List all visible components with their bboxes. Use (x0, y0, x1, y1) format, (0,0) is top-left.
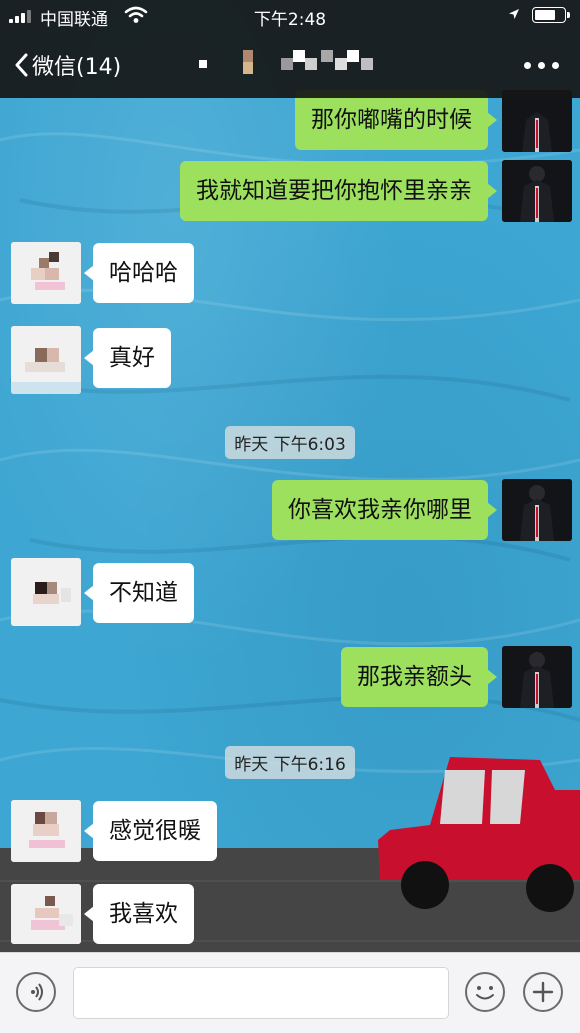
contact-avatar[interactable] (11, 326, 81, 394)
top-bar: 中国联通 下午2:48 微信(14) (0, 0, 580, 98)
message-row: 那你嘟嘴的时候 (0, 90, 580, 152)
emoji-button[interactable] (465, 972, 505, 1012)
message-row: 你喜欢我亲你哪里 (0, 479, 580, 541)
input-bar (0, 952, 580, 1033)
back-button-label: 微信(14) (32, 55, 122, 80)
my-avatar[interactable] (502, 646, 572, 708)
clock: 下午2:48 (253, 10, 327, 30)
voice-button[interactable] (16, 972, 56, 1012)
timestamp-label: 昨天 下午6:03 (225, 426, 355, 459)
message-bubble-incoming[interactable]: 真好 (84, 328, 171, 388)
contact-avatar[interactable] (11, 242, 81, 304)
message-list[interactable]: 那你嘟嘴的时候 我就知道要把你抱怀里亲亲 哈哈哈 真好 昨天 下午6:03 你喜… (0, 0, 580, 952)
timestamp: 昨天 下午6:03 (0, 426, 580, 459)
contact-avatar[interactable] (11, 884, 81, 944)
message-bubble-incoming[interactable]: 不知道 (84, 563, 194, 623)
message-row: 真好 (0, 326, 580, 396)
my-avatar[interactable] (502, 160, 572, 222)
message-bubble-outgoing[interactable]: 我就知道要把你抱怀里亲亲 (180, 161, 497, 221)
contact-avatar[interactable] (11, 558, 81, 626)
timestamp-label: 昨天 下午6:16 (225, 746, 355, 779)
message-row: 不知道 (0, 558, 580, 628)
plus-button[interactable] (523, 972, 563, 1012)
battery-level-fill (535, 10, 556, 20)
message-bubble-incoming[interactable]: 感觉很暖 (84, 801, 217, 861)
blurred-title-mosaic (199, 50, 373, 74)
plus-icon (532, 981, 554, 1003)
contact-avatar[interactable] (11, 800, 81, 862)
back-button[interactable]: 微信(14) (14, 47, 121, 83)
emoji-icon (476, 986, 494, 1000)
timestamp: 昨天 下午6:16 (0, 746, 580, 779)
my-avatar[interactable] (502, 90, 572, 152)
message-input[interactable] (73, 967, 449, 1019)
message-row: 感觉很暖 (0, 800, 580, 862)
message-row: 我喜欢 (0, 884, 580, 946)
message-row: 那我亲额头 (0, 646, 580, 708)
message-bubble-incoming[interactable]: 哈哈哈 (84, 243, 194, 303)
message-bubble-outgoing[interactable]: 那你嘟嘴的时候 (295, 90, 497, 150)
chevron-left-icon (15, 53, 28, 77)
message-bubble-outgoing[interactable]: 你喜欢我亲你哪里 (272, 480, 497, 540)
my-avatar[interactable] (502, 479, 572, 541)
battery-icon (532, 7, 570, 23)
message-bubble-incoming[interactable]: 我喜欢 (84, 884, 194, 944)
status-bar: 中国联通 下午2:48 (0, 0, 580, 32)
more-options-button[interactable] (524, 62, 560, 70)
navigation-bar: 微信(14) (0, 32, 580, 98)
chat-title (195, 46, 395, 82)
message-row: 哈哈哈 (0, 242, 580, 304)
voice-icon (31, 983, 43, 1001)
message-row: 我就知道要把你抱怀里亲亲 (0, 160, 580, 222)
location-arrow-icon (509, 9, 519, 19)
message-bubble-outgoing[interactable]: 那我亲额头 (341, 647, 497, 707)
